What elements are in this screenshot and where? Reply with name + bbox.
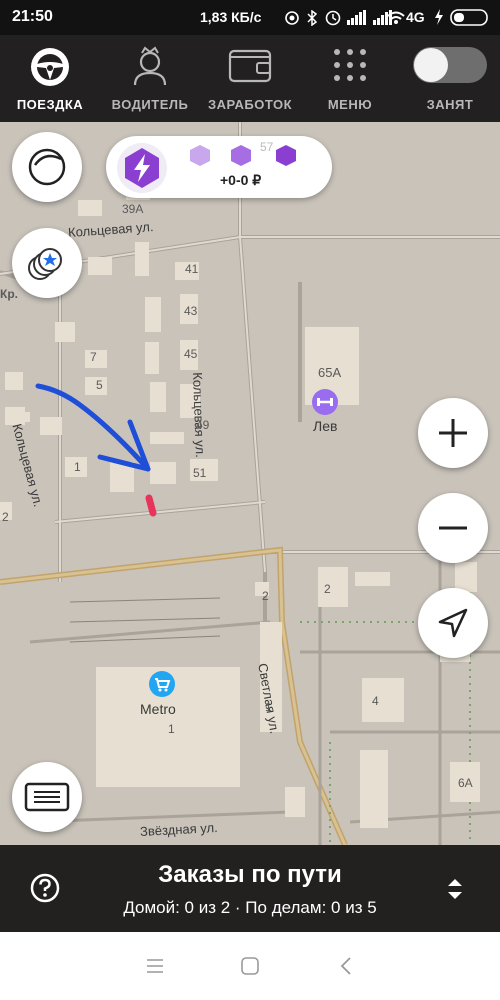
nav-trip-label: ПОЕЗДКА: [16, 97, 84, 112]
alarm-icon: [285, 11, 299, 25]
house-number: 1: [74, 460, 81, 474]
bluetooth-icon: [307, 10, 318, 26]
busy-toggle-label: ЗАНЯТ: [426, 97, 474, 112]
zoom-out-button[interactable]: [418, 493, 488, 563]
system-navigation-bar: [0, 932, 500, 1000]
car-marker: [145, 494, 157, 517]
house-number: 2: [2, 510, 9, 524]
back-icon[interactable]: [340, 957, 352, 975]
bonus-level-number: 57: [260, 140, 274, 154]
zoom-in-icon: [439, 419, 467, 447]
bolt-icon: [435, 9, 443, 25]
nav-menu-label: МЕНЮ: [327, 97, 373, 112]
orders-on-way-panel[interactable]: Заказы по пути Домой: 0 из 2 · По делам:…: [0, 845, 500, 932]
nav-trip[interactable]: ПОЕЗДКА: [0, 35, 100, 122]
zoom-out-icon: [439, 526, 467, 530]
steering-wheel-icon: [31, 48, 69, 86]
house-number: Кр.: [0, 287, 18, 301]
place-label: Metro: [140, 701, 176, 717]
layers-button[interactable]: [12, 132, 82, 202]
grid-menu-icon: [334, 49, 366, 81]
clock-icon: [325, 10, 341, 26]
menu-icon[interactable]: [147, 959, 163, 973]
map-view[interactable]: Кольцевая ул. Кольцевая ул. Кольцевая ул…: [0, 122, 500, 845]
panel-title: Заказы по пути: [158, 861, 342, 888]
wallet-icon: [228, 49, 272, 83]
status-bar: 21:50 1,83 КБ/с 4G: [0, 0, 500, 35]
network-type: 4G: [406, 9, 425, 25]
list-button[interactable]: [12, 762, 82, 832]
locate-button[interactable]: [418, 588, 488, 658]
favorites-button[interactable]: [12, 228, 82, 298]
bonus-hexagons: [190, 145, 296, 166]
house-number: 41: [185, 262, 199, 276]
house-number: 6А: [458, 776, 473, 790]
zoom-in-button[interactable]: [418, 398, 488, 468]
bonus-amount: +0-0 ₽: [220, 172, 262, 188]
battery-icon: [450, 9, 488, 26]
nav-driver[interactable]: ВОДИТЕЛЬ: [100, 35, 200, 122]
wifi-icon: [387, 11, 405, 24]
favorites-icon: [28, 248, 62, 280]
gym-icon[interactable]: [311, 388, 339, 416]
house-number: 45: [184, 347, 198, 361]
busy-toggle[interactable]: ЗАНЯТ: [400, 35, 500, 122]
house-number: 2: [324, 582, 331, 596]
nav-driver-label: ВОДИТЕЛЬ: [111, 97, 189, 112]
expand-arrows-icon[interactable]: [446, 877, 464, 901]
house-number: 1: [168, 722, 175, 736]
house-number: 43: [184, 304, 198, 318]
surge-lightning-icon: [117, 143, 167, 193]
house-number: 1: [265, 700, 272, 714]
panel-subtitle: Домой: 0 из 2 · По делам: 0 из 5: [123, 898, 377, 917]
house-number: 65А: [318, 365, 342, 380]
nav-earnings[interactable]: ЗАРАБОТОК: [200, 35, 300, 122]
home-icon[interactable]: [241, 957, 259, 975]
house-number: 49: [196, 418, 210, 432]
navigation-arrow-icon: [438, 608, 468, 638]
toggle-switch[interactable]: [411, 45, 489, 85]
layers-icon: [28, 148, 66, 186]
place-label: Лев: [313, 418, 338, 434]
status-speed: 1,83 КБ/с: [200, 9, 262, 25]
house-number: 51: [193, 466, 207, 480]
bonus-panel[interactable]: 57 +0-0 ₽: [106, 136, 332, 198]
list-icon: [24, 782, 70, 812]
house-number: 2: [262, 589, 269, 603]
house-number: 39А: [122, 202, 144, 216]
nav-menu[interactable]: МЕНЮ: [300, 35, 400, 122]
top-navigation: ПОЕЗДКА ВОДИТЕЛЬ ЗАРАБОТОК МЕНЮ ЗАНЯТ: [0, 35, 500, 122]
house-number: 4: [372, 694, 379, 708]
nav-earnings-label: ЗАРАБОТОК: [207, 97, 293, 112]
signal-icon: [347, 10, 366, 25]
shopping-cart-icon[interactable]: [148, 670, 176, 698]
house-number: 7: [90, 350, 97, 364]
street-label: Кольцевая ул.: [190, 372, 208, 458]
driver-icon: [133, 46, 167, 86]
house-number: 5: [96, 378, 103, 392]
status-time: 21:50: [12, 8, 53, 25]
